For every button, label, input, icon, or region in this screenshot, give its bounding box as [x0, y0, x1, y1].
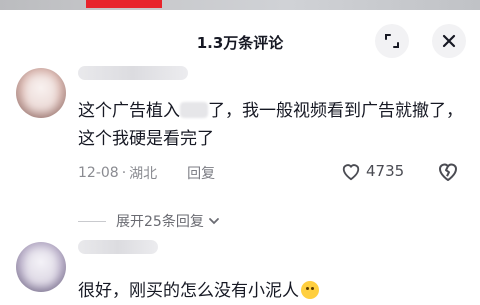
comment-sheet: [0, 10, 480, 300]
comment-date: 12-08: [78, 165, 119, 181]
video-red-banner: [86, 0, 162, 8]
comment-text: 很好，刚买的怎么没有小泥人: [78, 277, 466, 305]
username-blurred[interactable]: [78, 66, 188, 80]
broken-heart-icon: [439, 163, 457, 181]
avatar[interactable]: [16, 242, 66, 292]
heart-icon: [342, 164, 360, 181]
reply-button[interactable]: 回复: [187, 163, 215, 183]
close-button[interactable]: [432, 24, 466, 58]
comment-location: 湖北: [129, 166, 158, 182]
dislike-button[interactable]: [436, 160, 460, 186]
chevron-down-icon: [208, 218, 219, 225]
like-button[interactable]: 4735: [340, 161, 404, 181]
username-blurred[interactable]: [78, 240, 158, 254]
divider: [78, 220, 106, 222]
close-icon: [442, 34, 456, 48]
crying-face-icon: [301, 281, 319, 299]
avatar[interactable]: [16, 68, 66, 118]
video-preview-strip: [0, 0, 480, 10]
comment-text: 这个广告植入 了，我一般视频看到广告就撤了，这个我硬是看完了: [78, 101, 463, 149]
comment-meta: 12-08 · 湖北 回复: [78, 163, 216, 183]
expand-fullscreen-button[interactable]: [375, 24, 409, 58]
expand-replies[interactable]: 展开25条回复: [78, 211, 220, 231]
expand-icon: [385, 34, 399, 48]
blurred-text: [180, 102, 208, 118]
expand-replies-label: 展开25条回复: [116, 214, 204, 230]
like-count: 4735: [366, 162, 405, 180]
